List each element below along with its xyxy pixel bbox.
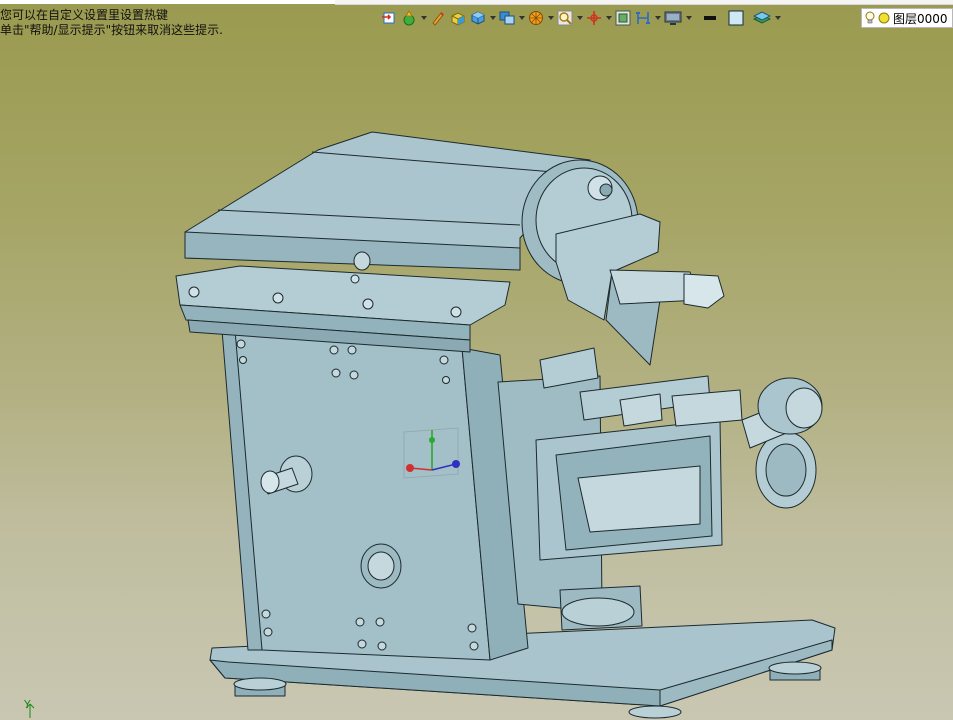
machine-model	[175, 131, 836, 719]
handwheel	[741, 377, 823, 509]
view-axis-y-label: Y	[24, 698, 31, 711]
clamp-arm	[555, 213, 725, 366]
main-body	[221, 329, 529, 661]
cad-model-viewport[interactable]	[0, 0, 953, 720]
side-assembly	[497, 347, 743, 631]
